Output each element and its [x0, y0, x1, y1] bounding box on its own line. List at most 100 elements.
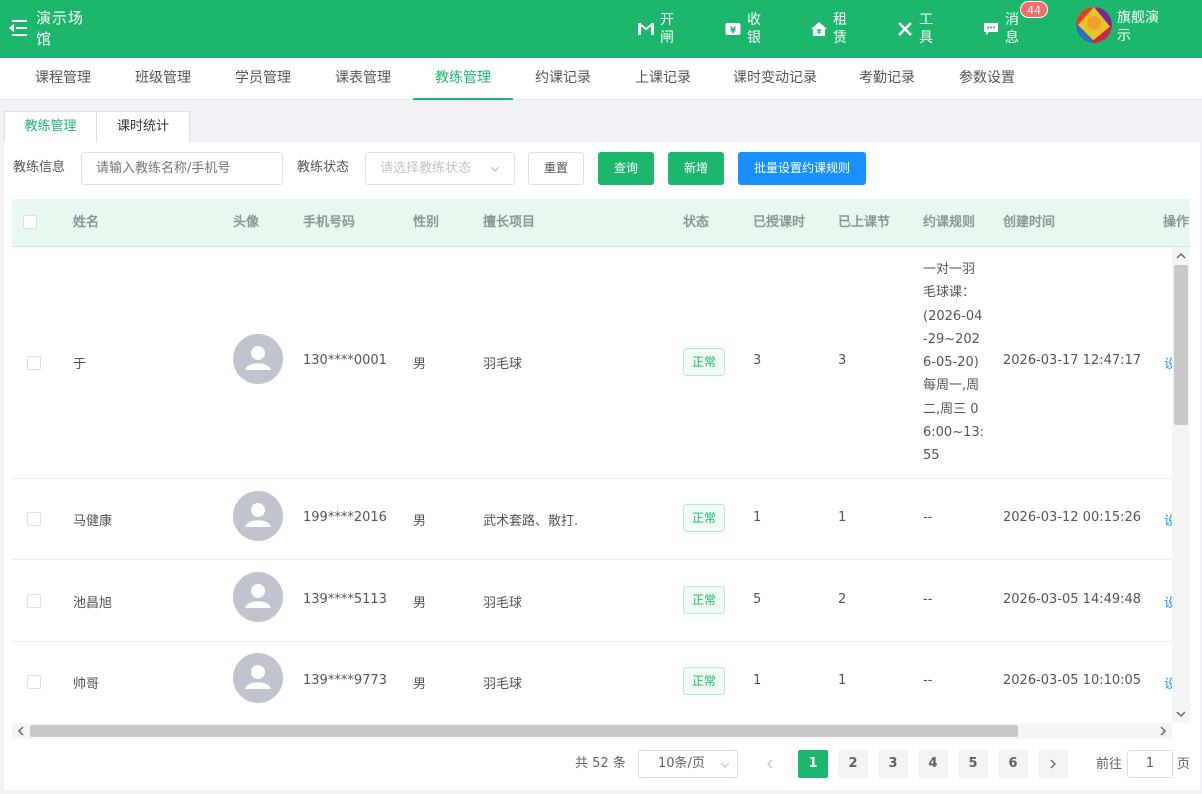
gate-label: 开闸: [660, 12, 674, 46]
reset-button[interactable]: 重置: [528, 152, 584, 185]
page-5-button[interactable]: 5: [958, 750, 988, 778]
lessons-taken: 3: [838, 353, 847, 368]
total-count: 共 52 条: [575, 756, 626, 771]
goto-page-input[interactable]: 1: [1127, 750, 1173, 778]
nav-class-management[interactable]: 班级管理: [122, 58, 204, 100]
status-badge: 正常: [683, 348, 725, 376]
row-checkbox[interactable]: [27, 356, 41, 370]
table-row: 池昌旭 139****5113 男 羽毛球 正常 5 2 -- 2026-03-…: [12, 560, 1172, 642]
coach-status-label: 教练状态: [297, 160, 350, 175]
user-avatar[interactable]: [1076, 7, 1112, 43]
prev-page-button[interactable]: [755, 750, 785, 778]
message-icon: [983, 21, 999, 37]
default-avatar-icon: [233, 334, 283, 384]
page-6-button[interactable]: 6: [998, 750, 1028, 778]
nav-course-management[interactable]: 课程管理: [22, 58, 104, 100]
scroll-left-icon[interactable]: [14, 724, 28, 738]
next-page-button[interactable]: [1038, 750, 1068, 778]
query-button[interactable]: 查询: [598, 152, 654, 185]
cashier-button[interactable]: ¥ 收银: [725, 10, 762, 48]
user-name[interactable]: 旗舰演示: [1117, 9, 1167, 45]
col-created-time: 创建时间: [1003, 215, 1056, 230]
message-label: 消息: [1005, 12, 1019, 46]
col-skill: 擅长项目: [483, 215, 536, 230]
select-all-checkbox[interactable]: [23, 215, 37, 229]
rental-icon: ¥: [811, 21, 827, 37]
booking-rule: --: [923, 592, 933, 607]
scroll-right-icon[interactable]: [1156, 724, 1170, 738]
coach-name: 帅哥: [73, 677, 100, 692]
lessons-taken: 1: [838, 510, 847, 525]
nav-schedule-management[interactable]: 课表管理: [322, 58, 404, 100]
message-button[interactable]: 消息: [983, 10, 1020, 48]
lessons-taken: 1: [838, 673, 847, 688]
col-phone: 手机号码: [303, 215, 356, 230]
scroll-up-icon[interactable]: [1174, 249, 1188, 263]
horizontal-scroll-thumb[interactable]: [30, 725, 1018, 737]
nav-student-management[interactable]: 学员管理: [222, 58, 304, 100]
nav-hours-change-records[interactable]: 课时变动记录: [724, 58, 826, 100]
col-hours-taught: 已授课时: [753, 215, 806, 230]
nav-parameter-settings[interactable]: 参数设置: [946, 58, 1028, 100]
rental-button[interactable]: ¥ 租赁: [811, 10, 848, 48]
coach-skill: 羽毛球: [483, 357, 523, 372]
nav-class-records[interactable]: 上课记录: [622, 58, 704, 100]
nav-attendance-records[interactable]: 考勤记录: [846, 58, 928, 100]
page-4-button[interactable]: 4: [918, 750, 948, 778]
gate-button[interactable]: 开闸: [638, 10, 675, 48]
default-avatar-icon: [233, 653, 283, 703]
nav-booking-records[interactable]: 约课记录: [522, 58, 604, 100]
default-avatar-icon: [233, 572, 283, 622]
goto-suffix: 页: [1177, 757, 1191, 772]
table-header: 姓名 头像 手机号码 性别 擅长项目 状态 已授课时 已上课节 约课规则 创建时…: [12, 199, 1190, 247]
horizontal-scrollbar[interactable]: [12, 723, 1172, 739]
app-title: 演示场馆: [36, 9, 85, 48]
status-badge: 正常: [683, 504, 725, 532]
coach-name: 于: [73, 357, 87, 372]
page-3-button[interactable]: 3: [878, 750, 908, 778]
table-row: 于 130****0001 男 羽毛球 正常 3 3 一对一羽毛球课：(2026…: [12, 247, 1172, 479]
table-row: 帅哥 139****9773 男 羽毛球 正常 1 1 -- 2026-03-0…: [12, 642, 1172, 723]
coach-phone: 199****2016: [303, 510, 387, 525]
tab-coach-management[interactable]: 教练管理: [4, 111, 97, 143]
page-1-button[interactable]: 1: [798, 750, 828, 778]
table-row: 马健康 199****2016 男 武术套路、散打. 正常 1 1 -- 202…: [12, 479, 1172, 560]
settings-link[interactable]: 设: [1164, 592, 1172, 611]
settings-link[interactable]: 设: [1164, 353, 1172, 372]
col-actions: 操作: [1163, 215, 1190, 230]
created-time: 2026-03-05 14:49:48: [1003, 592, 1142, 607]
coach-info-input[interactable]: [81, 152, 283, 185]
col-booking-rule: 约课规则: [923, 215, 976, 230]
add-button[interactable]: 新增: [668, 152, 724, 185]
row-checkbox[interactable]: [27, 594, 41, 608]
coach-gender: 男: [413, 596, 427, 611]
vertical-scroll-thumb[interactable]: [1174, 265, 1188, 425]
rental-label: 租赁: [833, 12, 847, 46]
status-badge: 正常: [683, 667, 725, 695]
coach-skill: 武术套路、散打.: [483, 514, 579, 529]
cashier-label: 收银: [747, 12, 761, 46]
scroll-down-icon[interactable]: [1174, 707, 1188, 721]
tools-button[interactable]: 工具: [897, 10, 934, 48]
chevron-down-icon: [720, 759, 730, 769]
booking-rule: 一对一羽毛球课：(2026-04-29~2026-05-20) 每周一,周二,周…: [923, 262, 985, 464]
booking-rule: --: [923, 673, 933, 688]
coach-skill: 羽毛球: [483, 677, 523, 692]
status-badge: 正常: [683, 586, 725, 614]
batch-set-rules-button[interactable]: 批量设置约课规则: [738, 152, 866, 185]
nav-coach-management[interactable]: 教练管理: [413, 58, 513, 100]
coach-gender: 男: [413, 514, 427, 529]
default-avatar-icon: [233, 491, 283, 541]
row-checkbox[interactable]: [27, 675, 41, 689]
tab-hours-statistics[interactable]: 课时统计: [96, 111, 190, 143]
col-lessons-taken: 已上课节: [838, 215, 891, 230]
gate-icon: [638, 21, 654, 37]
svg-text:¥: ¥: [817, 28, 822, 36]
collapse-menu-icon[interactable]: [8, 8, 28, 48]
settings-link[interactable]: 设: [1164, 510, 1172, 529]
settings-link[interactable]: 设: [1164, 673, 1172, 692]
page-2-button[interactable]: 2: [838, 750, 868, 778]
message-count-badge: 44: [1020, 1, 1048, 18]
row-checkbox[interactable]: [27, 512, 41, 526]
vertical-scrollbar[interactable]: [1172, 247, 1190, 723]
